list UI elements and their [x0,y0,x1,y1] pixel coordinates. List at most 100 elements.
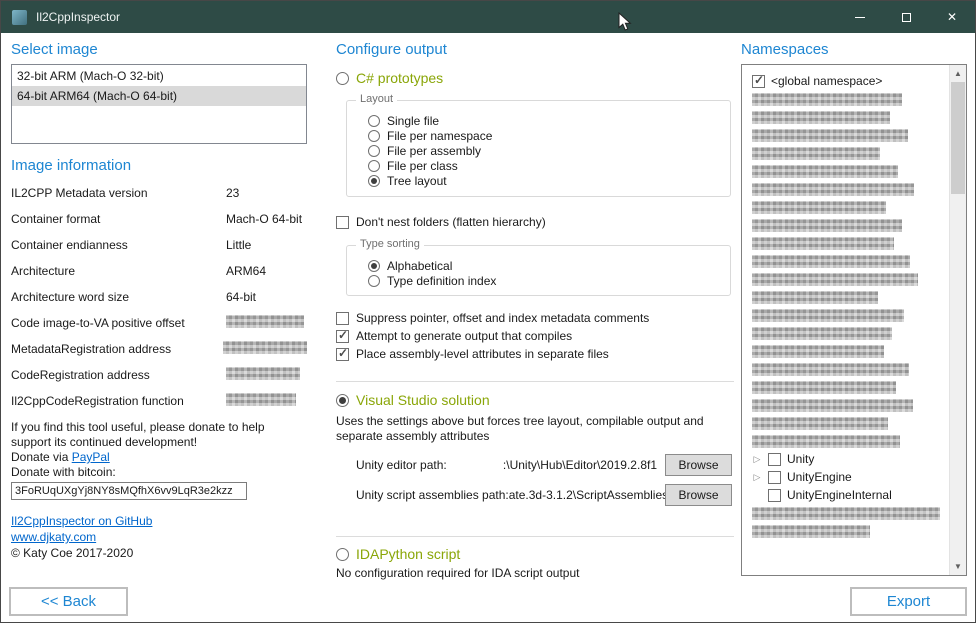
file-per-assembly-radio[interactable] [368,145,380,157]
browse-editor-button[interactable]: Browse [665,454,732,476]
image-option-32bit[interactable]: 32-bit ARM (Mach-O 32-bit) [12,66,306,86]
namespace-item-redacted[interactable] [752,144,949,162]
visual-studio-radio[interactable] [336,394,349,407]
type-definition-index-radio[interactable] [368,275,380,287]
browse-assemblies-button[interactable]: Browse [665,484,732,506]
type-sorting-group-label: Type sorting [356,238,424,250]
suppress-metadata-checkbox[interactable] [336,312,349,325]
paypal-link[interactable]: PayPal [72,450,110,464]
separate-attributes-checkbox[interactable]: ✓ [336,348,349,361]
minimize-button[interactable] [837,1,883,33]
namespace-item-redacted[interactable] [752,504,949,522]
layout-option-tree-layout[interactable]: Tree layout [368,173,730,188]
info-row-code-registration: CodeRegistration address [11,362,307,388]
csharp-prototypes-option[interactable]: C# prototypes [336,70,734,86]
redacted-value [223,341,307,354]
file-per-namespace-radio[interactable] [368,130,380,142]
namespace-item-redacted[interactable] [752,108,949,126]
sorting-option-type-definition-index[interactable]: Type definition index [368,273,730,288]
close-icon: ✕ [947,10,957,24]
titlebar[interactable]: Il2CppInspector ✕ [1,1,975,33]
bitcoin-address-input[interactable] [11,482,247,500]
file-per-class-radio[interactable] [368,160,380,172]
idapython-option[interactable]: IDAPython script [336,546,734,562]
namespace-item-redacted[interactable] [752,162,949,180]
back-button[interactable]: << Back [9,587,128,616]
namespace-item-redacted[interactable] [752,234,949,252]
info-row-architecture: Architecture ARM64 [11,258,307,284]
check-icon: ✓ [754,74,764,87]
namespace-item-redacted[interactable] [752,216,949,234]
info-row-endianness: Container endianness Little [11,232,307,258]
close-button[interactable]: ✕ [929,1,975,33]
layout-option-single-file[interactable]: Single file [368,113,730,128]
namespace-item-unityengineinternal[interactable]: UnityEngineInternal [752,486,949,504]
scroll-up-icon[interactable]: ▲ [950,65,966,82]
namespace-item-redacted[interactable] [752,126,949,144]
image-option-64bit[interactable]: 64-bit ARM64 (Mach-O 64-bit) [12,86,306,106]
namespace-item-redacted[interactable] [752,432,949,450]
scroll-down-icon[interactable]: ▼ [950,558,966,575]
namespace-item-redacted[interactable] [752,198,949,216]
expander-icon[interactable]: ▷ [752,468,762,486]
website-link[interactable]: www.djkaty.com [11,530,96,544]
layout-option-file-per-class[interactable]: File per class [368,158,730,173]
unityengine-checkbox[interactable] [768,471,781,484]
flatten-hierarchy-checkbox[interactable] [336,216,349,229]
namespace-item-redacted[interactable] [752,396,949,414]
configure-output-heading: Configure output [336,41,734,58]
github-link[interactable]: Il2CppInspector on GitHub [11,514,152,528]
single-file-radio[interactable] [368,115,380,127]
namespace-item-redacted[interactable] [752,522,949,540]
scrollbar-thumb[interactable] [951,82,965,194]
unity-editor-path-label: Unity editor path: [356,458,447,472]
namespaces-panel: Namespaces ✓ <global namespace> [741,41,967,576]
namespace-item-unityengine[interactable]: ▷ UnityEngine [752,468,949,486]
maximize-button[interactable] [883,1,929,33]
namespace-item-redacted[interactable] [752,252,949,270]
info-row-coderegistration-function: Il2CppCodeRegistration function [11,388,307,414]
compile-output-option[interactable]: ✓ Attempt to generate output that compil… [336,327,734,345]
visual-studio-option[interactable]: Visual Studio solution [336,392,734,408]
visual-studio-description: Uses the settings above but forces tree … [336,414,734,444]
namespaces-heading: Namespaces [741,41,967,58]
namespace-item-redacted[interactable] [752,90,949,108]
compile-output-checkbox[interactable]: ✓ [336,330,349,343]
expander-icon[interactable]: ▷ [752,450,762,468]
tree-layout-radio[interactable] [368,175,380,187]
namespace-item-global[interactable]: ✓ <global namespace> [752,72,949,90]
app-window: Il2CppInspector ✕ Select image 32-bit AR… [0,0,976,623]
export-button[interactable]: Export [850,587,967,616]
unity-editor-path-row: Unity editor path: :\Unity\Hub\Editor\20… [356,454,732,476]
namespace-item-redacted[interactable] [752,360,949,378]
namespaces-scrollbar[interactable]: ▲ ▼ [949,65,966,575]
namespace-item-redacted[interactable] [752,378,949,396]
namespace-item-redacted[interactable] [752,324,949,342]
maximize-icon [902,13,911,22]
unity-checkbox[interactable] [768,453,781,466]
csharp-prototypes-radio[interactable] [336,72,349,85]
namespace-item-redacted[interactable] [752,306,949,324]
unityengineinternal-checkbox[interactable] [768,489,781,502]
idapython-radio[interactable] [336,548,349,561]
flatten-hierarchy-option[interactable]: Don't nest folders (flatten hierarchy) [336,213,734,231]
suppress-metadata-option[interactable]: Suppress pointer, offset and index metad… [336,309,734,327]
redacted-value [226,393,296,406]
global-namespace-checkbox[interactable]: ✓ [752,75,765,88]
layout-option-file-per-assembly[interactable]: File per assembly [368,143,730,158]
sorting-option-alphabetical[interactable]: Alphabetical [368,258,730,273]
alphabetical-radio[interactable] [368,260,380,272]
namespace-item-redacted[interactable] [752,180,949,198]
namespace-item-redacted[interactable] [752,288,949,306]
info-row-va-offset: Code image-to-VA positive offset [11,310,307,336]
layout-option-file-per-namespace[interactable]: File per namespace [368,128,730,143]
section-divider [336,381,734,382]
namespace-item-redacted[interactable] [752,342,949,360]
namespace-item-redacted[interactable] [752,414,949,432]
namespace-item-redacted[interactable] [752,270,949,288]
unity-script-path-label: Unity script assemblies path: [356,488,509,502]
bitcoin-label: Donate with bitcoin: [11,465,307,480]
separate-attributes-option[interactable]: ✓ Place assembly-level attributes in sep… [336,345,734,363]
namespace-item-unity[interactable]: ▷ Unity [752,450,949,468]
copyright-text: © Katy Coe 2017-2020 [11,545,307,561]
